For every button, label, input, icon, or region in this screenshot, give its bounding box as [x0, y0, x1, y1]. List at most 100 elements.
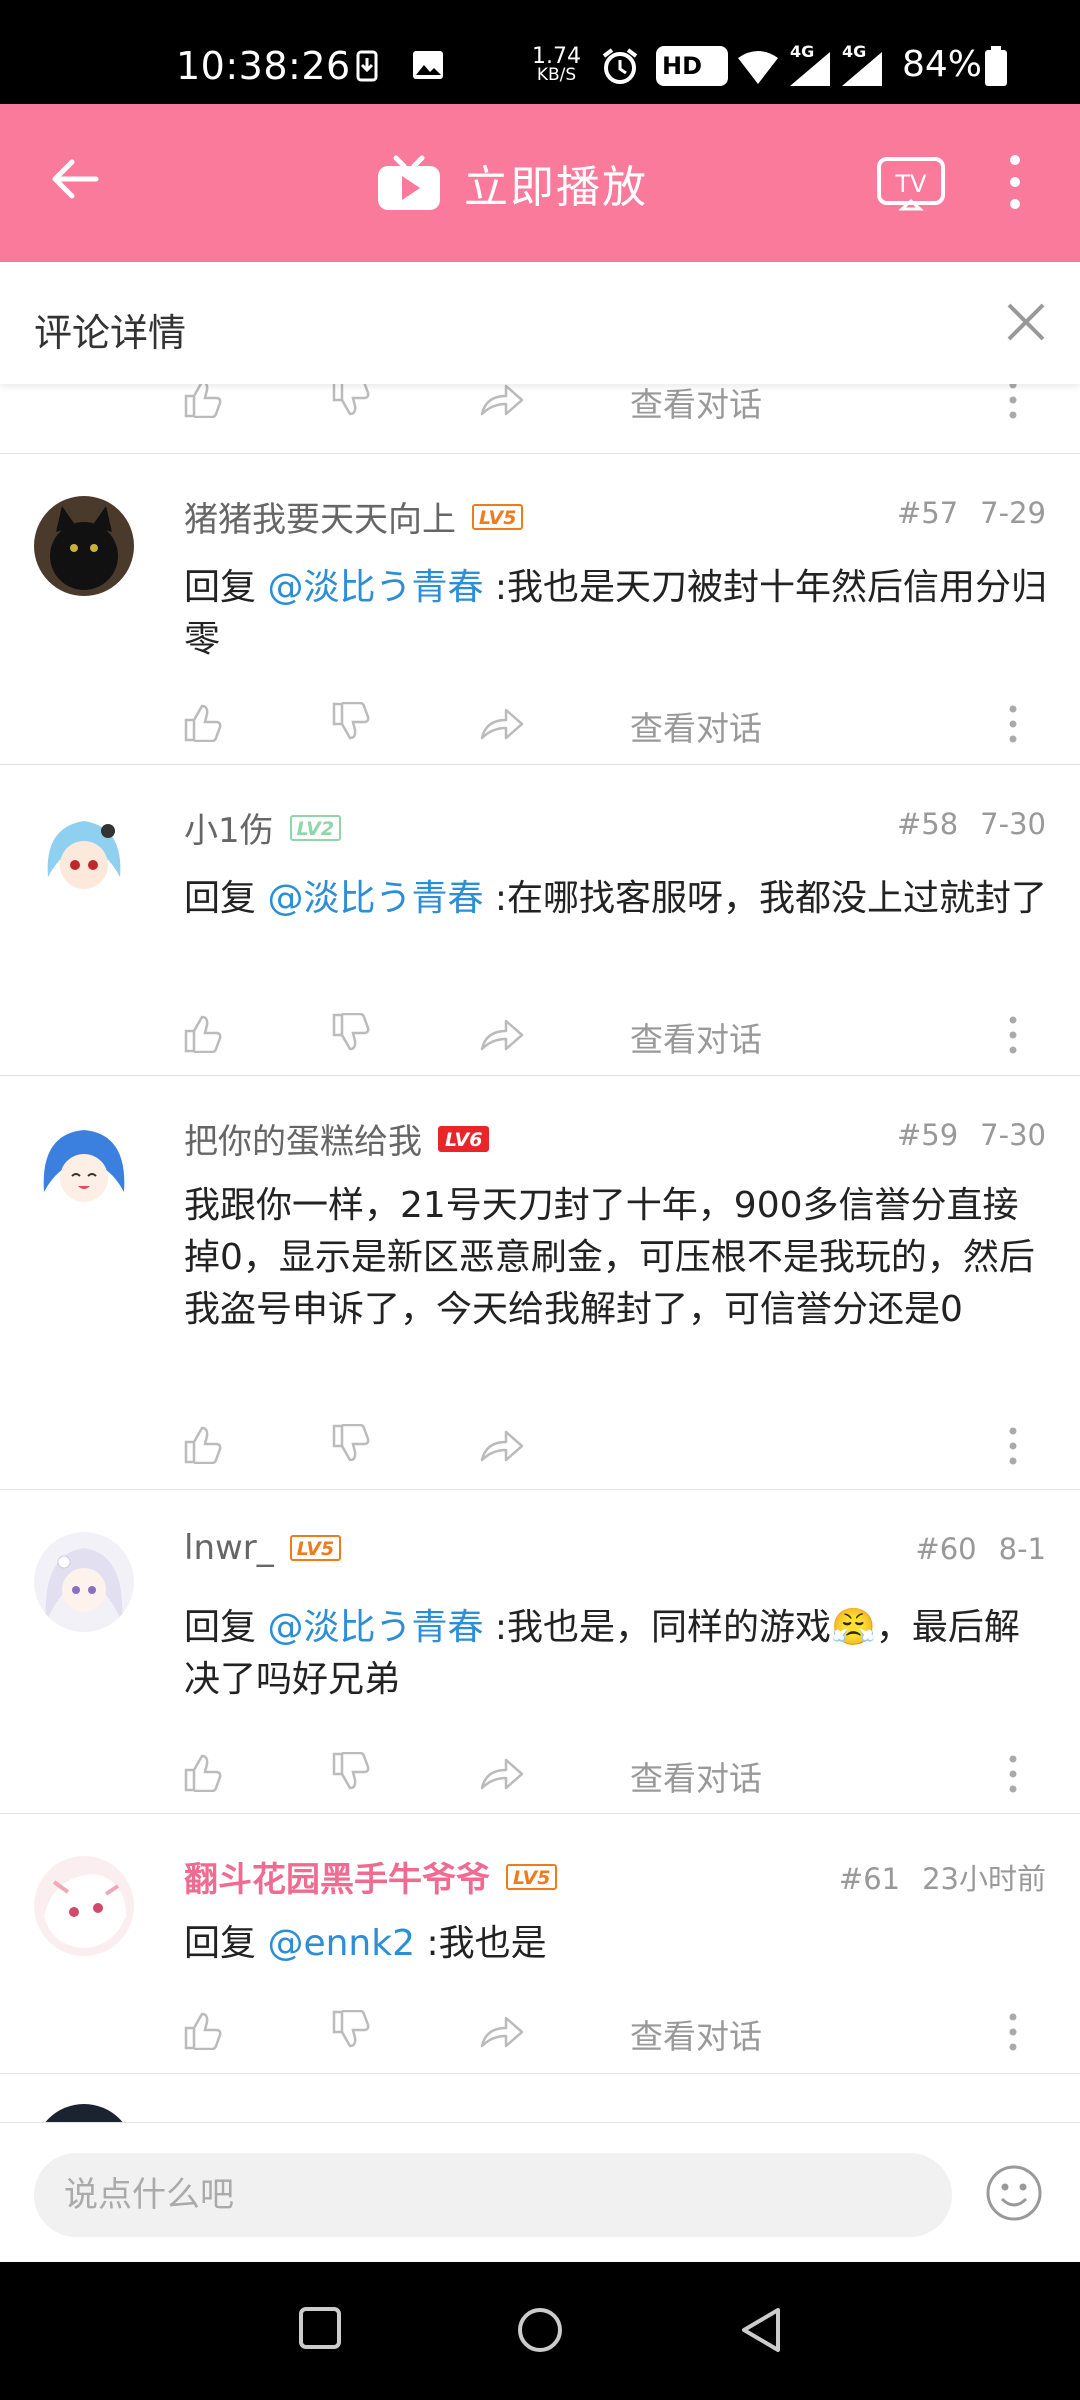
comment-input[interactable]: 说点什么吧 [34, 2153, 952, 2237]
download-icon [356, 50, 378, 82]
like-icon[interactable] [182, 702, 224, 742]
view-conversation-link[interactable]: 查看对话 [630, 1752, 762, 1800]
avatar[interactable] [34, 2104, 134, 2122]
level-badge: LV5 [289, 1535, 342, 1561]
battery-icon [985, 46, 1007, 86]
tv-play-icon [378, 155, 440, 210]
comment-more-icon[interactable] [1008, 1754, 1018, 1794]
avatar[interactable] [34, 1118, 134, 1218]
share-icon[interactable] [480, 702, 526, 742]
view-conversation-link[interactable]: 查看对话 [630, 702, 762, 750]
avatar[interactable] [34, 1532, 134, 1632]
alarm-icon [602, 48, 638, 84]
view-conversation-link[interactable]: 查看对话 [630, 1013, 762, 1061]
username-text: 把你的蛋糕给我 [184, 1122, 422, 1162]
dislike-icon[interactable] [330, 702, 372, 742]
signal-icon-2 [842, 52, 882, 86]
username[interactable]: 猪猪我要天天向上 LV5 [184, 492, 524, 541]
home-circle-icon[interactable] [516, 2306, 564, 2354]
app-title: 立即播放 [464, 162, 648, 213]
avatar[interactable] [34, 807, 134, 907]
avatar[interactable] [34, 496, 134, 596]
username[interactable]: 小1伤 LV2 [184, 803, 342, 852]
comment-more-icon[interactable] [1008, 384, 1018, 420]
reply-prefix: 回复 [184, 1923, 268, 1964]
share-icon[interactable] [480, 1752, 526, 1792]
mention-link[interactable]: @淡比う青春 [267, 1607, 483, 1648]
share-icon[interactable] [480, 2010, 526, 2050]
close-icon[interactable] [1006, 302, 1046, 342]
reply-prefix: 回复 [184, 878, 268, 919]
back-triangle-icon[interactable] [738, 2306, 784, 2354]
comment-date: 8-1 [998, 1532, 1046, 1566]
comment-body: :我也是 [415, 1923, 547, 1964]
tv-cast-icon[interactable]: TV [876, 156, 946, 212]
network-speed-unit: KB/S [536, 65, 577, 85]
battery-percent: 84% [902, 44, 983, 85]
username-text: 猪猪我要天天向上 [184, 500, 456, 540]
hd-label: HD [662, 52, 703, 80]
comment-more-icon[interactable] [1008, 1426, 1018, 1466]
like-icon[interactable] [182, 384, 224, 418]
comment-text: 我跟你一样，21号天刀封了十年，900多信誉分直接掉0，显示是新区恶意刷金，可压… [184, 1180, 1048, 1336]
level-badge: LV5 [472, 503, 524, 530]
comment-detail-header: 评论详情 [0, 262, 1080, 384]
share-icon[interactable] [480, 1424, 526, 1464]
comment-list[interactable]: 查看对话 猪猪我要天天向上 LV5 #57 7-29 回复 @淡比う青春 :我也是… [0, 384, 1080, 2122]
comment-meta: #59 7-30 [897, 1118, 1046, 1152]
dislike-icon[interactable] [330, 1752, 372, 1792]
username[interactable]: 把你的蛋糕给我 LV6 [184, 1114, 490, 1163]
username-text: 小1伤 [184, 811, 274, 851]
wifi-icon [738, 51, 778, 84]
comment-more-icon[interactable] [1008, 2012, 1018, 2052]
comment-text: 回复 @ennk2 :我也是 [184, 1918, 1048, 1970]
like-icon[interactable] [182, 2010, 224, 2050]
more-options-icon[interactable] [1008, 154, 1022, 210]
comment-item: lnwr_ LV5 #60 8-1 回复 @淡比う青春 :我也是，同样的游戏😤，最… [0, 1490, 1080, 1814]
floor-number: #57 [896, 496, 959, 530]
comment-item: 小1伤 LV2 #58 7-30 回复 @淡比う青春 :在哪找客服呀，我都没上过就… [0, 765, 1080, 1076]
play-now-button[interactable]: 立即播放 [376, 150, 648, 216]
partial-comment-actions: 查看对话 [0, 384, 1080, 454]
username-text: 翻斗花园黑手牛爷爷 [184, 1860, 490, 1900]
dislike-icon[interactable] [330, 384, 372, 418]
comment-meta: #60 8-1 [915, 1532, 1046, 1566]
comment-body: 我跟你一样，21号天刀封了十年，900多信誉分直接掉0，显示是新区恶意刷金，可压… [184, 1185, 1035, 1330]
dislike-icon[interactable] [330, 1013, 372, 1053]
comment-meta: #57 7-29 [897, 496, 1046, 530]
comment-more-icon[interactable] [1008, 1015, 1018, 1055]
image-icon [413, 51, 443, 79]
comment-text: 回复 @淡比う青春 :在哪找客服呀，我都没上过就封了 [184, 873, 1048, 925]
recents-square-icon[interactable] [298, 2306, 342, 2350]
floor-number: #60 [915, 1532, 977, 1566]
dislike-icon[interactable] [330, 2010, 372, 2050]
comment-detail-title: 评论详情 [34, 311, 187, 355]
avatar[interactable] [34, 1856, 134, 1956]
tv-cast-label: TV [894, 170, 927, 198]
dislike-icon[interactable] [330, 1424, 372, 1464]
like-icon[interactable] [182, 1752, 224, 1792]
mention-link[interactable]: @ennk2 [267, 1923, 415, 1964]
comment-item: 翻斗花园黑手牛爷爷 LV5 #61 23小时前 回复 @ennk2 :我也是 查看… [0, 1814, 1080, 2074]
comment-meta: #58 7-30 [897, 807, 1046, 841]
like-icon[interactable] [182, 1424, 224, 1464]
view-conversation-link[interactable]: 查看对话 [630, 2010, 762, 2058]
reply-prefix: 回复 [184, 567, 268, 608]
mention-link[interactable]: @淡比う青春 [267, 878, 483, 919]
mention-link[interactable]: @淡比う青春 [267, 567, 483, 608]
back-arrow-icon[interactable] [50, 154, 100, 204]
network-speed-value: 1.74 [532, 44, 581, 69]
comment-date: 7-30 [980, 1118, 1046, 1152]
comment-more-icon[interactable] [1008, 704, 1018, 744]
like-icon[interactable] [182, 1013, 224, 1053]
username[interactable]: 翻斗花园黑手牛爷爷 LV5 [184, 1852, 558, 1901]
comment-date: 7-29 [980, 496, 1046, 530]
comment-date: 7-30 [980, 807, 1046, 841]
floor-number: #58 [896, 807, 959, 841]
signal-icon-1 [790, 52, 830, 86]
emoji-icon[interactable] [984, 2163, 1044, 2223]
share-icon[interactable] [480, 1013, 526, 1053]
share-icon[interactable] [480, 384, 526, 418]
view-conversation-link[interactable]: 查看对话 [630, 384, 762, 426]
username[interactable]: lnwr_ LV5 [184, 1528, 342, 1568]
